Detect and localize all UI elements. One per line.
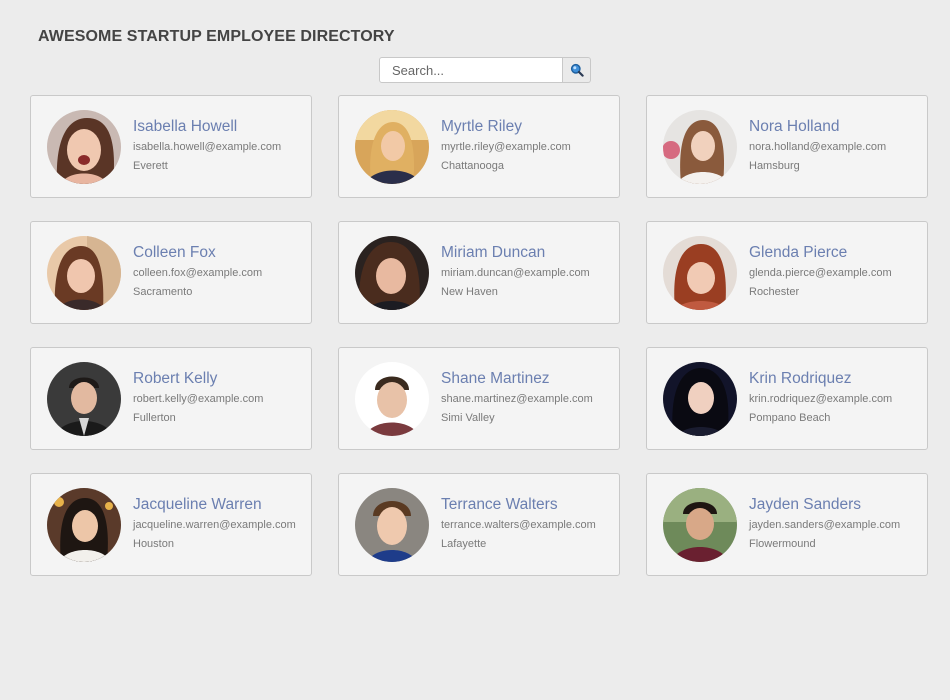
employee-email: terrance.walters@example.com: [441, 518, 596, 531]
employee-name: Shane Martinez: [441, 369, 550, 387]
employee-city: Rochester: [749, 285, 800, 298]
employee-name: Myrtle Riley: [441, 117, 522, 135]
search-input[interactable]: [379, 57, 563, 83]
employee-city: Chattanooga: [441, 159, 504, 172]
user-photo-icon: [47, 109, 121, 184]
employee-city: Pompano Beach: [749, 411, 831, 424]
employee-card[interactable]: Jacqueline Warren jacqueline.warren@exam…: [30, 473, 312, 576]
employee-card[interactable]: Glenda Pierce glenda.pierce@example.com …: [646, 221, 928, 324]
employee-city: Flowermound: [749, 537, 816, 550]
employee-card[interactable]: Colleen Fox colleen.fox@example.com Sacr…: [30, 221, 312, 324]
employee-card[interactable]: Myrtle Riley myrtle.riley@example.com Ch…: [338, 95, 620, 198]
employee-name: Terrance Walters: [441, 495, 558, 513]
employee-email: robert.kelly@example.com: [133, 392, 264, 405]
employee-email: glenda.pierce@example.com: [749, 266, 892, 279]
employee-card[interactable]: Terrance Walters terrance.walters@exampl…: [338, 473, 620, 576]
employee-card[interactable]: Shane Martinez shane.martinez@example.co…: [338, 347, 620, 450]
employee-city: Lafayette: [441, 537, 487, 550]
employee-name: Krin Rodriquez: [749, 369, 852, 387]
employee-card[interactable]: Miriam Duncan miriam.duncan@example.com …: [338, 221, 620, 324]
employee-card[interactable]: Nora Holland nora.holland@example.com Ha…: [646, 95, 928, 198]
employee-name: Robert Kelly: [133, 369, 218, 387]
employee-city: Fullerton: [133, 411, 176, 424]
user-photo-icon: [663, 487, 737, 562]
employee-city: Sacramento: [133, 285, 193, 298]
employee-card[interactable]: Robert Kelly robert.kelly@example.com Fu…: [30, 347, 312, 450]
employee-email: isabella.howell@example.com: [133, 140, 282, 153]
employee-name: Colleen Fox: [133, 243, 216, 261]
employee-email: miriam.duncan@example.com: [441, 266, 590, 279]
search-button[interactable]: [563, 57, 591, 83]
employee-name: Jayden Sanders: [749, 495, 862, 513]
employee-email: nora.holland@example.com: [749, 140, 887, 153]
search-bar: [379, 57, 591, 83]
user-photo-icon: [355, 109, 429, 184]
employee-card[interactable]: Krin Rodriquez krin.rodriquez@example.co…: [646, 347, 928, 450]
employee-email: krin.rodriquez@example.com: [749, 392, 893, 405]
user-photo-icon: [47, 235, 121, 310]
employee-city: Everett: [133, 159, 168, 172]
employee-email: shane.martinez@example.com: [441, 392, 593, 405]
user-photo-icon: [663, 109, 737, 184]
employee-city: Houston: [133, 537, 174, 550]
search-icon: [570, 63, 584, 77]
page-title: AWESOME STARTUP EMPLOYEE DIRECTORY: [38, 28, 395, 45]
user-photo-icon: [663, 235, 737, 310]
employee-name: Isabella Howell: [133, 117, 238, 135]
employee-city: New Haven: [441, 285, 498, 298]
employee-email: myrtle.riley@example.com: [441, 140, 571, 153]
employee-name: Jacqueline Warren: [133, 495, 262, 513]
user-photo-icon: [47, 361, 121, 436]
user-photo-icon: [663, 361, 737, 436]
employee-email: jacqueline.warren@example.com: [133, 518, 296, 531]
employee-city: Hamsburg: [749, 159, 800, 172]
user-photo-icon: [47, 487, 121, 562]
employee-email: jayden.sanders@example.com: [749, 518, 901, 531]
user-photo-icon: [355, 235, 429, 310]
employee-name: Nora Holland: [749, 117, 840, 135]
employee-grid: Isabella Howell isabella.howell@example.…: [30, 95, 928, 576]
employee-name: Miriam Duncan: [441, 243, 546, 261]
employee-card[interactable]: Jayden Sanders jayden.sanders@example.co…: [646, 473, 928, 576]
employee-city: Simi Valley: [441, 411, 495, 424]
employee-card[interactable]: Isabella Howell isabella.howell@example.…: [30, 95, 312, 198]
employee-name: Glenda Pierce: [749, 243, 848, 261]
user-photo-icon: [355, 361, 429, 436]
employee-email: colleen.fox@example.com: [133, 266, 263, 279]
user-photo-icon: [355, 487, 429, 562]
